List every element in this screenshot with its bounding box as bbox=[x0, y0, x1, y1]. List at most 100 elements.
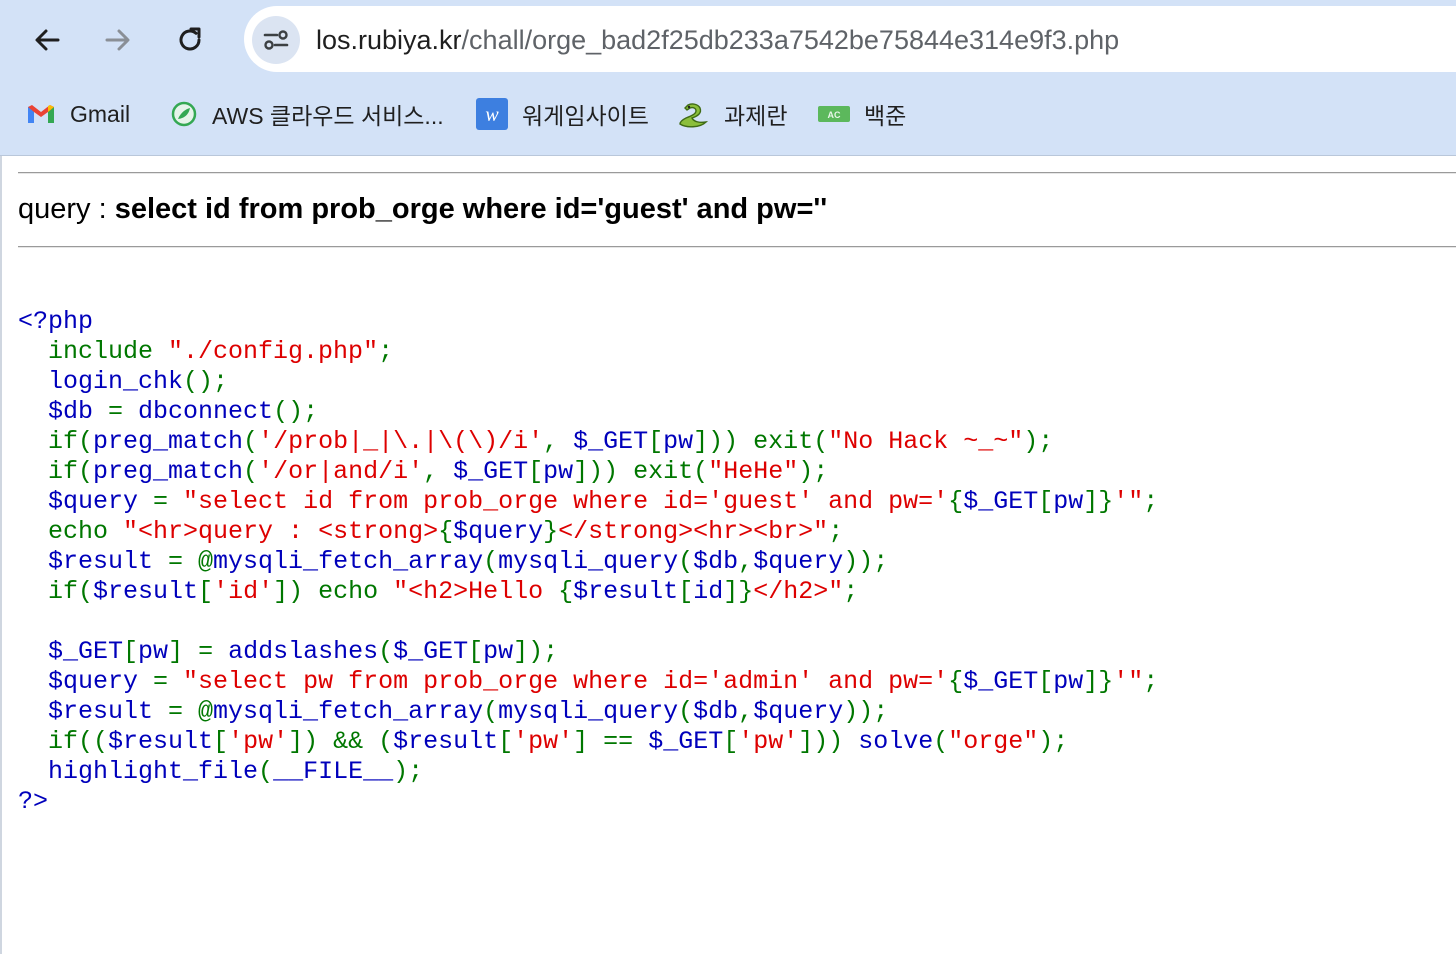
code-token: echo bbox=[18, 517, 124, 546]
code-token: "HeHe" bbox=[708, 457, 799, 486]
code-token: ]) echo bbox=[273, 577, 394, 606]
code-token: if( bbox=[18, 427, 94, 456]
bookmark-wargame[interactable]: w 워게임사이트 bbox=[476, 94, 649, 134]
code-token: '/or|and/i' bbox=[258, 457, 424, 486]
code-token: ); bbox=[1038, 727, 1069, 756]
code-line: if($result['id']) echo "<h2>Hello {$resu… bbox=[18, 577, 1158, 607]
ac-icon: AC bbox=[818, 104, 850, 124]
code-token: ?> bbox=[18, 787, 49, 816]
code-token: ( bbox=[483, 697, 499, 726]
code-token: ( bbox=[258, 757, 274, 786]
code-token: pw bbox=[483, 637, 514, 666]
code-token: [ bbox=[198, 577, 214, 606]
code-token: 'pw' bbox=[738, 727, 799, 756]
bookmark-baekjoon[interactable]: AC 백준 bbox=[818, 94, 906, 134]
code-token: pw bbox=[543, 457, 574, 486]
code-token: preg_match bbox=[93, 457, 244, 486]
code-token: '/prob|_|\.|\(\)/i' bbox=[258, 427, 544, 456]
code-token: [ bbox=[123, 637, 139, 666]
code-token: ; bbox=[843, 577, 859, 606]
forward-button[interactable] bbox=[94, 16, 142, 64]
code-line: include "./config.php"; bbox=[18, 337, 1158, 367]
code-token: ])) bbox=[798, 727, 859, 756]
code-token: ]); bbox=[513, 637, 559, 666]
code-token: { bbox=[948, 487, 964, 516]
code-token: ])) exit( bbox=[573, 457, 709, 486]
bookmark-label: Gmail bbox=[70, 100, 131, 127]
code-token: , bbox=[543, 427, 574, 456]
code-token: $db bbox=[693, 547, 739, 576]
code-token: solve bbox=[858, 727, 934, 756]
code-token: ] = bbox=[168, 637, 229, 666]
code-token: $db bbox=[693, 697, 739, 726]
bottom-divider bbox=[18, 246, 1456, 248]
code-line: if(($result['pw']) && ($result['pw'] == … bbox=[18, 727, 1158, 757]
code-token: ; bbox=[828, 517, 844, 546]
bookmark-label: AWS 클라우드 서비스... bbox=[212, 103, 444, 129]
code-token: pw bbox=[138, 637, 169, 666]
code-token: __FILE__ bbox=[273, 757, 394, 786]
code-token: $result bbox=[18, 697, 169, 726]
reload-button[interactable] bbox=[166, 16, 214, 64]
code-token: { bbox=[438, 517, 454, 546]
code-token: ; bbox=[1143, 487, 1159, 516]
code-token: 'id' bbox=[213, 577, 274, 606]
code-token: (); bbox=[273, 397, 319, 426]
back-button[interactable] bbox=[23, 16, 71, 64]
code-token: [ bbox=[468, 637, 484, 666]
query-label: query : bbox=[18, 193, 115, 225]
code-token: $_GET bbox=[453, 457, 529, 486]
code-token: ); bbox=[1023, 427, 1054, 456]
code-token: mysqli_query bbox=[498, 697, 679, 726]
code-token: "<h2>Hello bbox=[393, 577, 559, 606]
code-token: $result bbox=[393, 727, 499, 756]
bookmark-label: 백준 bbox=[864, 103, 907, 129]
code-token: )); bbox=[843, 697, 889, 726]
code-token: $result bbox=[573, 577, 679, 606]
code-token: [ bbox=[528, 457, 544, 486]
code-token: "./config.php" bbox=[168, 337, 379, 366]
code-token: , bbox=[738, 697, 754, 726]
arrow-right-icon bbox=[105, 29, 130, 51]
code-token: ; bbox=[378, 337, 394, 366]
code-token: [ bbox=[213, 727, 229, 756]
code-token: [ bbox=[648, 427, 664, 456]
code-token: = bbox=[153, 487, 184, 516]
code-line: login_chk(); bbox=[18, 367, 1158, 397]
code-token: if( bbox=[18, 577, 94, 606]
code-token: $result bbox=[108, 727, 214, 756]
svg-text:w: w bbox=[485, 104, 499, 126]
code-line: ?> bbox=[18, 787, 1158, 817]
code-token: login_chk bbox=[18, 367, 184, 396]
arrow-left-icon bbox=[35, 29, 60, 51]
code-token: $result bbox=[18, 547, 169, 576]
code-token: '" bbox=[1113, 667, 1144, 696]
site-settings-icon[interactable] bbox=[252, 16, 300, 64]
code-token: (); bbox=[183, 367, 229, 396]
bookmark-assignments[interactable]: 과제란 bbox=[676, 94, 787, 134]
code-token: $_GET bbox=[963, 667, 1039, 696]
code-token: ( bbox=[483, 547, 499, 576]
bookmark-gmail[interactable]: Gmail bbox=[26, 94, 130, 134]
code-token: [ bbox=[723, 727, 739, 756]
code-token: "select pw from prob_orge where id='admi… bbox=[183, 667, 949, 696]
code-token: $_GET bbox=[648, 727, 724, 756]
w-icon: w bbox=[476, 98, 508, 130]
code-line: $result = @mysqli_fetch_array(mysqli_que… bbox=[18, 697, 1158, 727]
code-token: , bbox=[738, 547, 754, 576]
code-token: "<hr>query : <strong> bbox=[123, 517, 439, 546]
code-token: { bbox=[558, 577, 574, 606]
code-token: mysqli_query bbox=[498, 547, 679, 576]
code-token: mysqli_fetch_array bbox=[213, 697, 484, 726]
code-token: $query bbox=[753, 697, 844, 726]
code-token: include bbox=[18, 337, 169, 366]
code-token: ); bbox=[393, 757, 424, 786]
code-token: $_GET bbox=[963, 487, 1039, 516]
code-token: $db bbox=[18, 397, 109, 426]
bookmark-aws[interactable]: AWS 클라우드 서비스... bbox=[170, 94, 444, 134]
url-text[interactable]: los.rubiya.kr/chall/orge_bad2f25db233a75… bbox=[316, 22, 1119, 58]
code-token: '" bbox=[1113, 487, 1144, 516]
code-token: ] == bbox=[573, 727, 649, 756]
url-host: los.rubiya.kr bbox=[316, 25, 462, 55]
code-token: ( bbox=[378, 637, 394, 666]
